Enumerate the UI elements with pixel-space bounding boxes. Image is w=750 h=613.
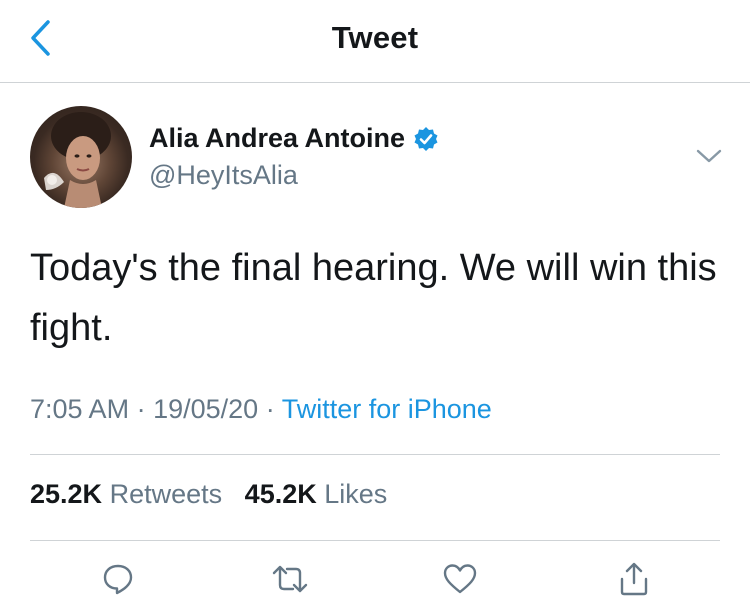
action-bar bbox=[0, 555, 750, 607]
tweet-source-link[interactable]: Twitter for iPhone bbox=[282, 394, 492, 424]
tweet-time: 7:05 AM bbox=[30, 394, 130, 424]
likes-count: 45.2K bbox=[244, 479, 317, 509]
meta-separator: · bbox=[136, 394, 146, 424]
author-name: Alia Andrea Antoine bbox=[149, 123, 406, 153]
avatar[interactable] bbox=[30, 106, 132, 208]
tweet-header: Alia Andrea Antoine @HeyItsAlia bbox=[0, 83, 750, 223]
retweet-icon bbox=[271, 562, 309, 601]
tweet-date: 19/05/20 bbox=[153, 394, 259, 424]
tweet-meta: 7:05 AM · 19/05/20 · Twitter for iPhone bbox=[30, 394, 492, 425]
nav-bar: Tweet bbox=[0, 0, 750, 83]
likes-label: Likes bbox=[324, 479, 388, 509]
tweet-stats: 25.2K Retweets 45.2K Likes bbox=[30, 479, 387, 510]
author-handle[interactable]: @HeyItsAlia bbox=[149, 160, 298, 191]
share-icon bbox=[617, 561, 651, 602]
divider bbox=[30, 454, 720, 455]
meta-separator: · bbox=[265, 394, 275, 424]
likes-stat[interactable]: 45.2K Likes bbox=[245, 479, 388, 509]
reply-button[interactable] bbox=[96, 559, 140, 603]
more-options-button[interactable] bbox=[692, 141, 726, 175]
retweets-count: 25.2K bbox=[30, 479, 103, 509]
retweets-label: Retweets bbox=[109, 479, 223, 509]
chevron-down-icon bbox=[696, 148, 722, 169]
author-name-row[interactable]: Alia Andrea Antoine bbox=[149, 123, 439, 154]
heart-icon bbox=[442, 562, 478, 601]
like-button[interactable] bbox=[438, 559, 482, 603]
reply-icon bbox=[101, 562, 135, 601]
verified-badge-icon bbox=[413, 126, 439, 152]
share-button[interactable] bbox=[612, 559, 656, 603]
retweet-button[interactable] bbox=[268, 559, 312, 603]
retweets-stat[interactable]: 25.2K Retweets bbox=[30, 479, 230, 509]
tweet-text: Today's the final hearing. We will win t… bbox=[30, 247, 717, 349]
divider bbox=[30, 540, 720, 541]
page-title: Tweet bbox=[331, 20, 419, 55]
